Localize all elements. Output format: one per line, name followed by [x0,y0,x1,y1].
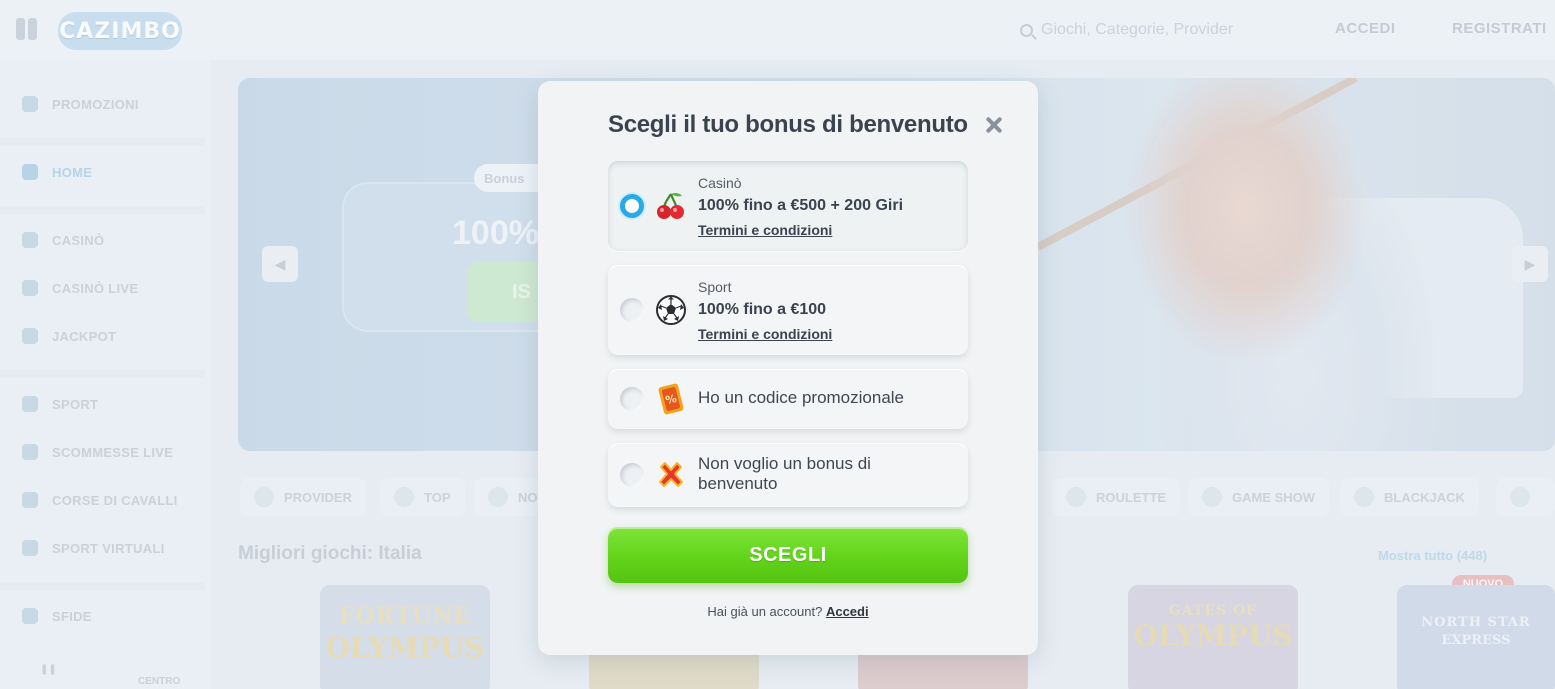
option-text: Non voglio un bonus di benvenuto [698,454,871,493]
red-x-icon [654,458,688,492]
option-category: Casinò [698,175,742,191]
bonus-option-sport[interactable]: Sport 100% fino a €100 Termini e condizi… [608,265,968,355]
welcome-bonus-modal: Scegli il tuo bonus di benvenuto Casinò … [538,81,1038,655]
radio-button[interactable] [620,387,644,411]
login-prompt: Hai già un account? Accedi [538,604,1038,619]
cherry-icon [654,189,688,223]
terms-link[interactable]: Termini e condizioni [698,222,832,238]
terms-link[interactable]: Termini e condizioni [698,326,832,342]
radio-button[interactable] [620,463,644,487]
football-icon [654,293,688,327]
option-offer: 100% fino a €100 [698,301,827,318]
option-offer: 100% fino a €500 + 200 Giri [698,197,904,214]
bonus-option-casino[interactable]: Casinò 100% fino a €500 + 200 Giri Termi… [608,161,968,251]
modal-title: Scegli il tuo bonus di benvenuto [608,111,968,138]
promo-code-icon: % [654,382,688,416]
option-category: Sport [698,279,732,295]
login-link[interactable]: Accedi [826,604,869,619]
bonus-option-no-bonus[interactable]: Non voglio un bonus di benvenuto [608,443,968,507]
choose-button[interactable]: SCEGLI [608,527,968,583]
login-prompt-text: Hai già un account? [707,604,823,619]
option-text: Ho un codice promozionale [698,388,905,407]
bonus-option-promo-code[interactable]: % Ho un codice promozionale [608,369,968,429]
close-icon[interactable] [983,114,1005,136]
radio-button[interactable] [620,298,644,322]
radio-button-selected[interactable] [620,194,644,218]
